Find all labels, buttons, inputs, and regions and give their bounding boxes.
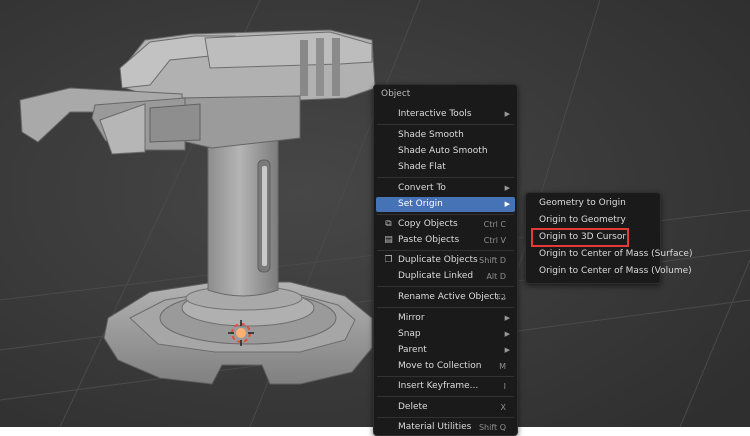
menu-item-label: Shade Auto Smooth [398,146,488,156]
annotation-highlight-box [531,228,629,247]
submenu-arrow-icon: ▶ [504,330,510,338]
submenu-item-geometry-to-origin[interactable]: Geometry to Origin [528,196,658,211]
menu-item-copy-objects[interactable]: ⧉ Copy Objects Ctrl C [376,217,515,232]
menu-item-duplicate-linked[interactable]: Duplicate Linked Alt D [376,269,515,284]
menu-item-label: Insert Keyframe... [398,381,479,391]
menu-item-label: Mirror [398,313,425,323]
menu-item-label: Snap [398,329,421,339]
shortcut-label: X [500,403,506,412]
menu-item-label: Parent [398,345,427,355]
menu-item-paste-objects[interactable]: ▤ Paste Objects Ctrl V [376,233,515,248]
menu-separator [377,376,514,377]
menu-item-shade-flat[interactable]: Shade Flat [376,160,515,175]
menu-item-shade-auto-smooth[interactable]: Shade Auto Smooth [376,144,515,159]
submenu-item-origin-to-geometry[interactable]: Origin to Geometry [528,213,658,228]
shortcut-label: Shift D [479,256,506,265]
submenu-arrow-icon: ▶ [504,314,510,322]
submenu-arrow-icon: ▶ [504,110,510,118]
shortcut-label: Alt D [486,272,506,281]
menu-item-set-origin[interactable]: Set Origin ▶ [376,197,515,212]
menu-item-interactive-tools[interactable]: Interactive Tools ▶ [376,107,515,122]
menu-item-material-utilities[interactable]: Material Utilities Shift Q [376,420,515,435]
shortcut-label: M [499,362,506,371]
shortcut-label: Ctrl V [483,236,506,245]
menu-title: Object [381,89,411,99]
menu-item-label: Delete [398,402,428,412]
menu-item-label: Material Utilities [398,422,472,432]
menu-separator [377,250,514,251]
submenu-item-origin-to-center-of-mass-surface[interactable]: Origin to Center of Mass (Surface) [528,247,692,262]
menu-item-convert-to[interactable]: Convert To ▶ [376,181,515,196]
menu-item-label: Interactive Tools [398,109,472,119]
menu-separator [377,286,514,287]
menu-separator [377,396,514,397]
menu-item-rename-active-object[interactable]: Rename Active Object... F2 [376,290,515,305]
paste-icon: ▤ [384,235,393,245]
submenu-item-label: Origin to Center of Mass (Surface) [539,249,693,259]
menu-item-duplicate-objects[interactable]: ❐ Duplicate Objects Shift D [376,253,515,268]
menu-item-label: Duplicate Linked [398,271,474,281]
menu-separator [377,214,514,215]
menu-item-label: Shade Smooth [398,130,464,140]
menu-item-snap[interactable]: Snap ▶ [376,327,515,342]
menu-item-insert-keyframe[interactable]: Insert Keyframe... I [376,379,515,394]
submenu-item-label: Origin to Geometry [539,215,626,225]
menu-item-label: Move to Collection [398,361,482,371]
copy-icon: ⧉ [385,219,392,229]
submenu-arrow-icon: ▶ [504,346,510,354]
menu-item-label: Convert To [398,183,446,193]
menu-item-shade-smooth[interactable]: Shade Smooth [376,128,515,143]
menu-item-label: Paste Objects [398,235,460,245]
duplicate-icon: ❐ [384,255,393,265]
menu-item-label: Rename Active Object... [398,292,507,302]
menu-item-move-to-collection[interactable]: Move to Collection M [376,359,515,374]
menu-item-delete[interactable]: Delete X [376,400,515,415]
menu-separator [377,417,514,418]
submenu-item-origin-to-center-of-mass-volume[interactable]: Origin to Center of Mass (Volume) [528,264,692,279]
shortcut-label: Ctrl C [483,220,506,229]
submenu-arrow-icon: ▶ [504,184,510,192]
menu-item-label: Copy Objects [398,219,458,229]
menu-item-mirror[interactable]: Mirror ▶ [376,311,515,326]
shortcut-label: I [503,382,506,391]
menu-separator [377,177,514,178]
menu-item-label: Shade Flat [398,162,446,172]
menu-item-parent[interactable]: Parent ▶ [376,343,515,358]
shortcut-label: Shift Q [478,423,506,432]
object-context-menu: Object Interactive Tools ▶ Shade Smooth … [373,84,518,436]
menu-separator [377,124,514,125]
submenu-arrow-icon: ▶ [504,200,510,208]
menu-separator [377,307,514,308]
menu-item-label: Duplicate Objects [398,255,478,265]
menu-item-label: Set Origin [398,199,443,209]
shortcut-label: F2 [496,293,506,302]
submenu-item-label: Geometry to Origin [539,198,626,208]
submenu-item-label: Origin to Center of Mass (Volume) [539,266,692,276]
